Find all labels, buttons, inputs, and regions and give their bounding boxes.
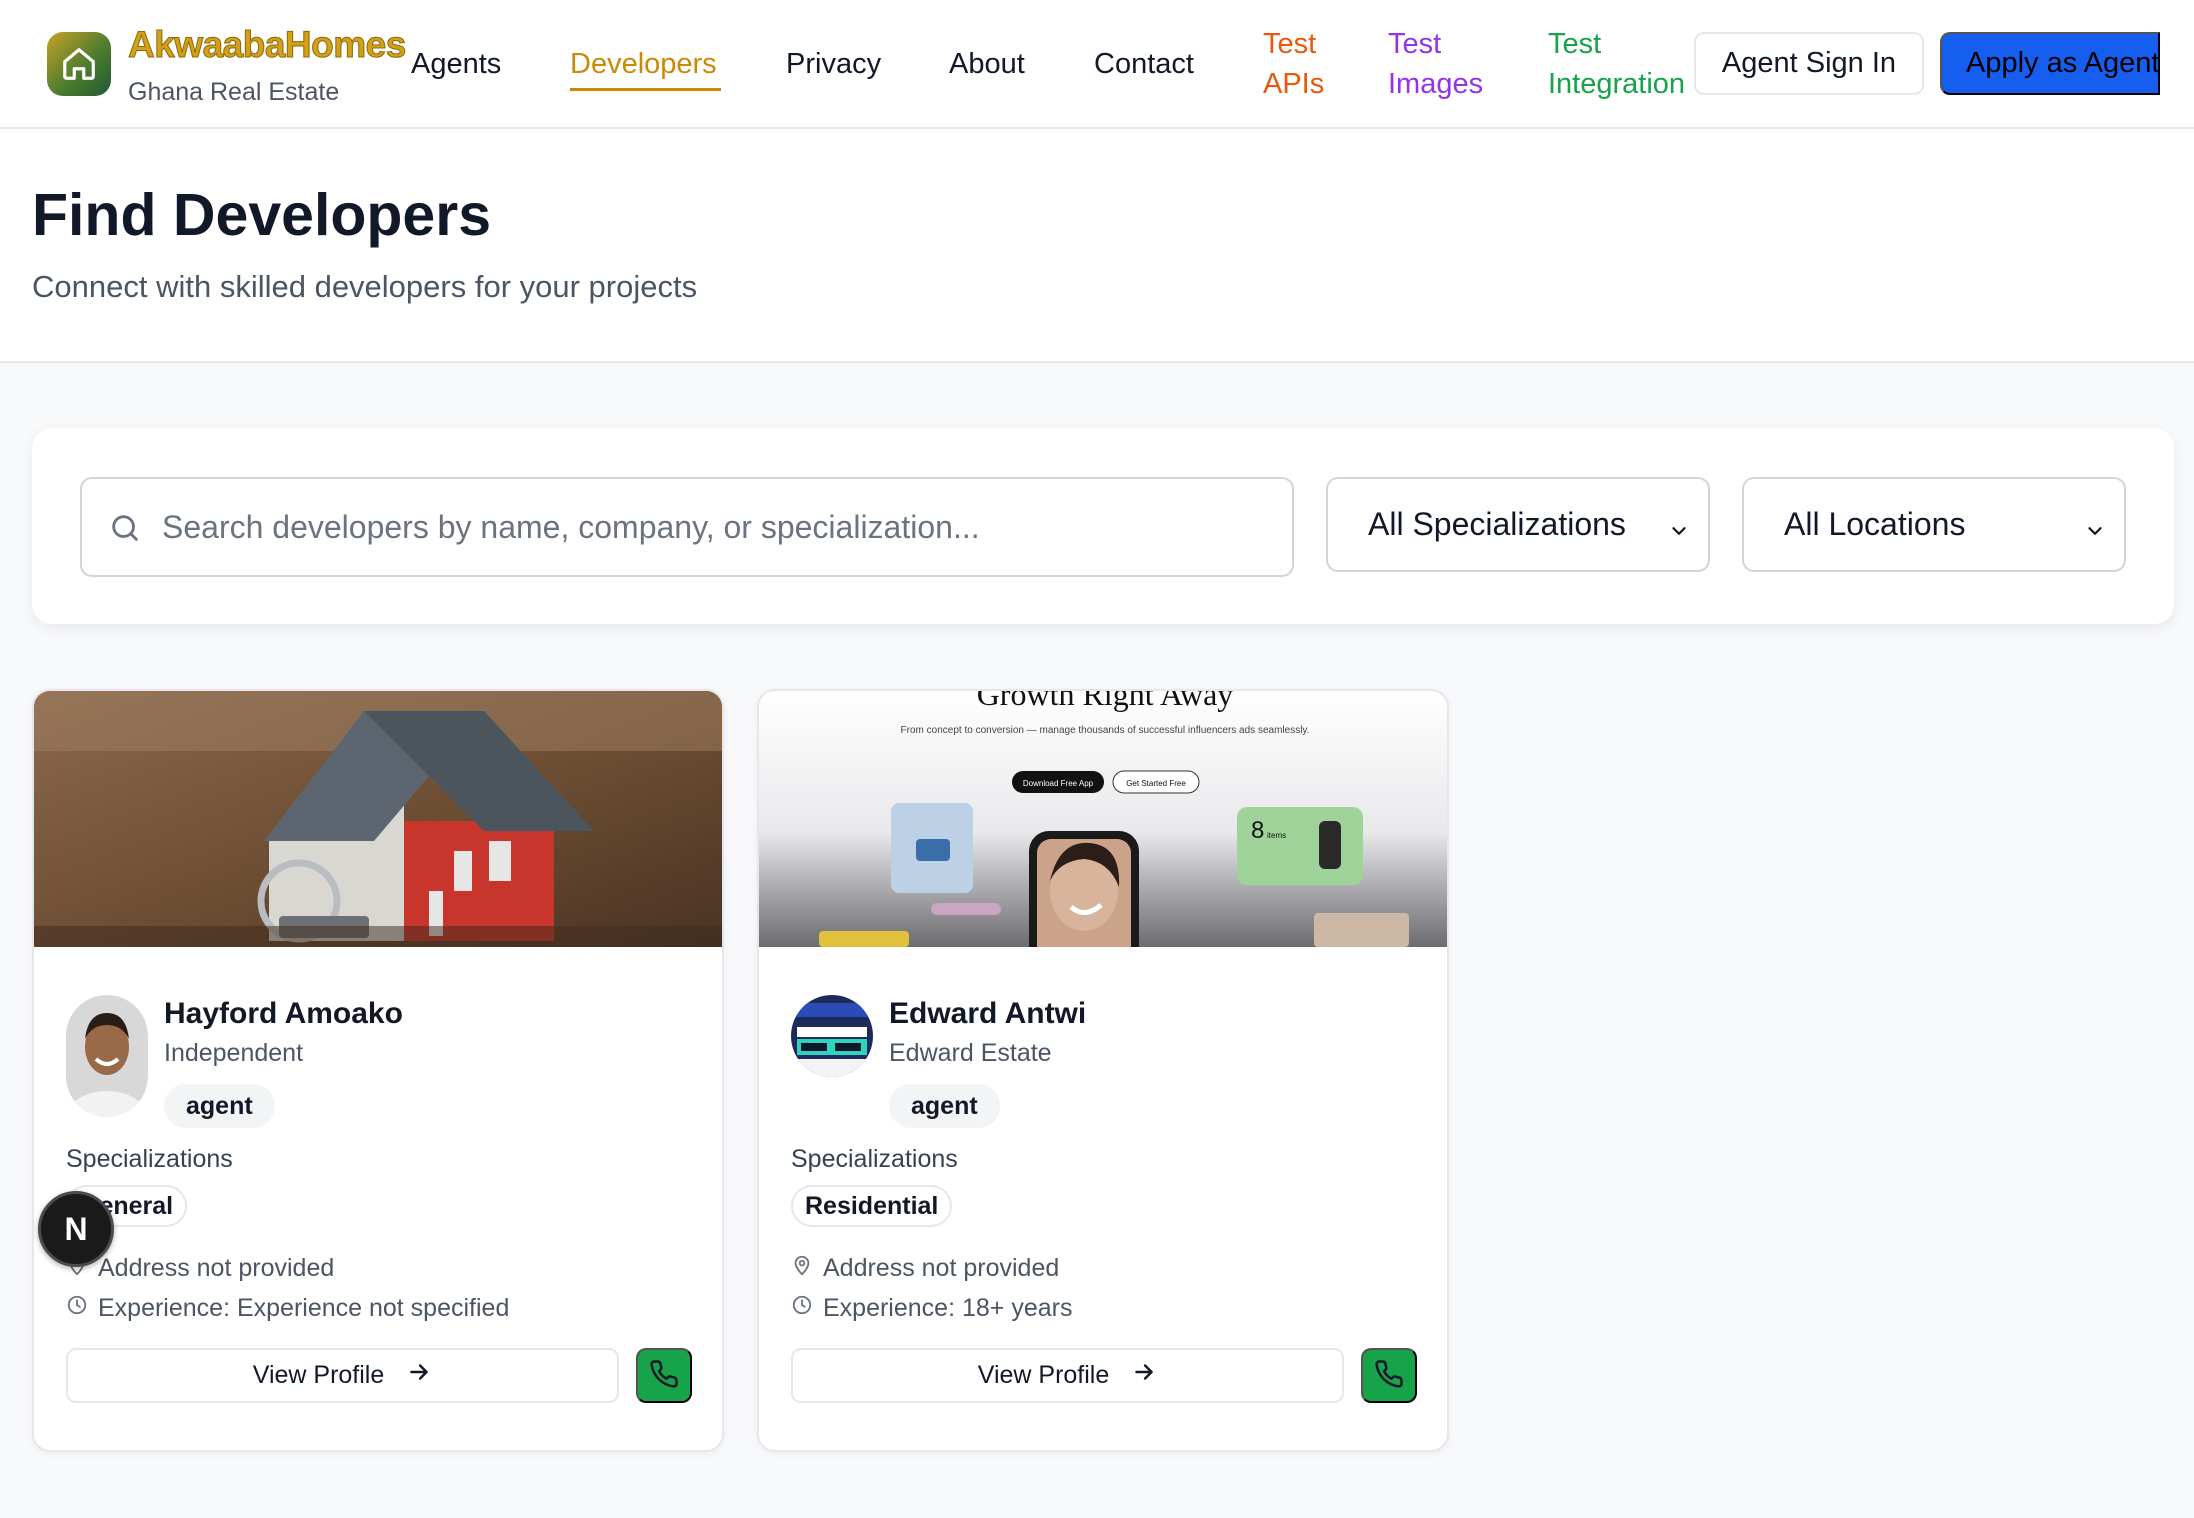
cover-stat-unit: items <box>1267 831 1286 840</box>
cover-button-1: Download Free App <box>1023 779 1094 788</box>
home-logo-icon[interactable] <box>47 32 111 96</box>
specialization-tag: Residential <box>791 1185 953 1227</box>
nav-agents[interactable]: Agents <box>411 44 501 84</box>
nav-test-images[interactable]: Test Images <box>1388 24 1483 104</box>
location-select-value: All Locations <box>1784 506 1966 542</box>
role-badge: agent <box>889 1084 1000 1128</box>
phone-icon <box>649 1359 679 1392</box>
arrow-right-icon <box>384 1359 432 1392</box>
chevron-down-icon <box>1668 513 1690 550</box>
cover-headline: Growth Right Away <box>977 691 1234 712</box>
active-nav-underline <box>570 88 721 91</box>
developer-cover-image <box>34 691 722 947</box>
cover-stat: 8 <box>1251 817 1264 844</box>
search-input[interactable] <box>162 479 1272 575</box>
experience-text: Experience: 18+ years <box>823 1294 1073 1322</box>
avatar <box>66 995 148 1117</box>
brand-name[interactable]: AkwaabaHomes <box>128 24 407 66</box>
view-profile-label: View Profile <box>252 1361 385 1389</box>
nav-test-integration-line2: Integration <box>1548 68 1686 100</box>
developer-company: Edward Estate <box>889 1039 1052 1067</box>
nav-test-integration[interactable]: Test Integration <box>1548 24 1685 104</box>
view-profile-label: View Profile <box>977 1361 1110 1389</box>
location-select[interactable]: All Locations <box>1742 477 2126 572</box>
apply-as-agent-button[interactable]: Apply as Agent <box>1940 32 2160 95</box>
address-row: Address not provided <box>791 1254 1059 1283</box>
view-profile-button[interactable]: View Profile <box>66 1348 619 1403</box>
experience-row: Experience: Experience not specified <box>66 1294 509 1323</box>
developer-company: Independent <box>164 1039 304 1067</box>
experience-text: Experience: Experience not specified <box>98 1294 510 1322</box>
specialization-select[interactable]: All Specializations <box>1326 477 1710 572</box>
page-subtitle: Connect with skilled developers for your… <box>32 269 698 304</box>
top-navbar: AkwaabaHomes Ghana Real Estate Agents De… <box>0 0 2194 129</box>
specializations-label: Specializations <box>66 1145 233 1173</box>
clock-icon <box>791 1294 823 1323</box>
search-box <box>80 477 1294 577</box>
nav-test-apis-line2: APIs <box>1263 68 1325 100</box>
specializations-label: Specializations <box>791 1145 958 1173</box>
brand-tagline: Ghana Real Estate <box>128 78 340 106</box>
nav-test-images-line1: Test <box>1388 28 1442 60</box>
dev-tools-badge[interactable]: N <box>38 1191 114 1267</box>
nav-privacy[interactable]: Privacy <box>786 44 881 84</box>
agent-sign-in-button[interactable]: Agent Sign In <box>1694 32 1924 95</box>
page-title: Find Developers <box>32 182 492 248</box>
call-button[interactable] <box>1361 1348 1417 1403</box>
cover-button-2: Get Started Free <box>1126 779 1186 788</box>
nav-contact[interactable]: Contact <box>1094 44 1194 84</box>
page-hero: Find Developers Connect with skilled dev… <box>0 129 2194 363</box>
nav-test-apis-line1: Test <box>1263 28 1317 60</box>
experience-row: Experience: 18+ years <box>791 1294 1072 1323</box>
chevron-down-icon <box>2084 513 2106 550</box>
developer-cover-image: Growth Right Away From concept to conver… <box>759 691 1447 947</box>
view-profile-button[interactable]: View Profile <box>791 1348 1344 1403</box>
developer-card: Hayford Amoako Independent agent Special… <box>32 689 724 1452</box>
cover-text: From concept to conversion — manage thou… <box>901 725 1310 736</box>
nav-test-integration-line1: Test <box>1548 28 1602 60</box>
arrow-right-icon <box>1109 1359 1157 1392</box>
nav-developers[interactable]: Developers <box>570 44 717 84</box>
avatar <box>791 995 873 1077</box>
search-icon <box>108 511 142 550</box>
developer-name: Edward Antwi <box>889 997 1087 1030</box>
developer-name: Hayford Amoako <box>164 997 403 1030</box>
clock-icon <box>66 1294 98 1323</box>
call-button[interactable] <box>636 1348 692 1403</box>
nav-test-images-line2: Images <box>1388 68 1484 100</box>
nav-about[interactable]: About <box>949 44 1025 84</box>
specialization-select-value: All Specializations <box>1368 506 1626 542</box>
map-pin-icon <box>791 1254 823 1283</box>
address-row: Address not provided <box>66 1254 334 1283</box>
phone-icon <box>1374 1359 1404 1392</box>
address-text: Address not provided <box>98 1254 335 1282</box>
nav-test-apis[interactable]: Test APIs <box>1263 24 1324 104</box>
address-text: Address not provided <box>823 1254 1060 1282</box>
role-badge: agent <box>164 1084 275 1128</box>
filter-panel: All Specializations All Locations <box>32 428 2174 624</box>
developer-card: Growth Right Away From concept to conver… <box>757 689 1449 1452</box>
